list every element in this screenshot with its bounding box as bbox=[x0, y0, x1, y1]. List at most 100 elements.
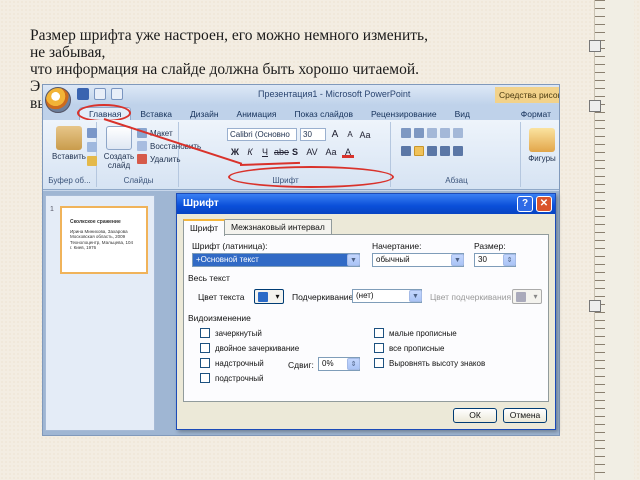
tab-view[interactable]: Вид bbox=[446, 108, 479, 120]
redo-icon[interactable] bbox=[111, 88, 123, 100]
paste-icon bbox=[56, 126, 82, 150]
latin-font-field[interactable]: +Основной текст bbox=[192, 253, 360, 267]
spinner-icon[interactable]: ⇕ bbox=[347, 358, 360, 370]
delete-icon bbox=[137, 154, 147, 164]
checkbox-equalize-height[interactable]: Выровнять высоту знаков bbox=[374, 358, 485, 368]
tab-format[interactable]: Формат bbox=[512, 108, 559, 120]
paragraph-row-top bbox=[401, 128, 463, 138]
checkbox-subscript[interactable]: подстрочный bbox=[200, 373, 263, 383]
thumbnail-line: г. Киев, 1976 bbox=[70, 245, 97, 250]
group-slides: Создать слайд Макет Восстановить Удалить… bbox=[99, 122, 201, 187]
strike-button[interactable]: abe bbox=[274, 146, 289, 158]
decrease-indent-icon[interactable] bbox=[427, 128, 437, 138]
help-icon[interactable]: ? bbox=[517, 196, 533, 212]
delete-slide-button[interactable]: Удалить bbox=[137, 154, 181, 164]
format-painter-icon[interactable] bbox=[87, 156, 97, 166]
cancel-button[interactable]: Отмена bbox=[503, 408, 547, 423]
group-clipboard: Вставить Буфер об... bbox=[43, 122, 97, 187]
tab-review[interactable]: Рецензирование bbox=[362, 108, 446, 120]
ruler-decoration bbox=[589, 0, 634, 480]
underline-color-label: Цвет подчеркивания bbox=[430, 292, 512, 302]
undo-icon[interactable] bbox=[94, 88, 106, 100]
slide-text-line: Размер шрифта уже настроен, его можно не… bbox=[30, 27, 428, 44]
checkbox-label: Выровнять высоту знаков bbox=[389, 358, 486, 368]
window-title: Презентация1 - Microsoft PowerPoint bbox=[258, 89, 411, 99]
text-color-picker[interactable]: ▾ bbox=[254, 289, 284, 304]
shrink-font-button[interactable]: A bbox=[344, 129, 356, 141]
chevron-down-icon[interactable]: ▼ bbox=[451, 254, 464, 266]
font-color-button[interactable]: A bbox=[342, 146, 354, 158]
checkbox-strikethrough[interactable]: зачеркнутый bbox=[200, 328, 262, 338]
slide-thumbnail[interactable]: Сколкское сражение Ирина Минихова, Захар… bbox=[60, 206, 148, 274]
font-size-combo[interactable]: 30 bbox=[300, 128, 326, 141]
group-label-paragraph: Абзац bbox=[445, 176, 468, 185]
align-center-icon[interactable] bbox=[414, 146, 424, 156]
checkbox-superscript[interactable]: надстрочный bbox=[200, 358, 264, 368]
underline-color-picker[interactable]: ▾ bbox=[512, 289, 542, 304]
shadow-button[interactable]: S bbox=[289, 146, 301, 158]
bullets-icon[interactable] bbox=[401, 128, 411, 138]
shapes-icon bbox=[529, 128, 555, 152]
cut-icon[interactable] bbox=[87, 128, 97, 138]
ok-button[interactable]: ОК bbox=[453, 408, 497, 423]
paragraph-row-bottom bbox=[401, 146, 463, 156]
tab-design[interactable]: Дизайн bbox=[181, 108, 228, 120]
slide-text-line: что информация на слайде должна быть хор… bbox=[30, 61, 419, 78]
save-icon[interactable] bbox=[77, 88, 89, 100]
window-titlebar: Презентация1 - Microsoft PowerPoint Сред… bbox=[43, 85, 559, 113]
group-drawing: Фигуры bbox=[523, 122, 561, 187]
checkbox-label: малые прописные bbox=[389, 328, 457, 338]
tab-insert[interactable]: Вставка bbox=[131, 108, 181, 120]
chevron-down-icon[interactable]: ▼ bbox=[409, 290, 422, 302]
tab-animation[interactable]: Анимация bbox=[228, 108, 286, 120]
align-right-icon[interactable] bbox=[427, 146, 437, 156]
latin-font-label: Шрифт (латиница): bbox=[192, 241, 268, 251]
line-spacing-icon[interactable] bbox=[453, 128, 463, 138]
new-slide-button[interactable]: Создать слайд bbox=[103, 126, 135, 170]
italic-button[interactable]: К bbox=[244, 146, 256, 158]
columns-icon[interactable] bbox=[453, 146, 463, 156]
dialog-titlebar: Шрифт ? ✕ bbox=[177, 194, 555, 214]
font-format-row: Ж К Ч abe S AV Aa A bbox=[229, 146, 354, 158]
grow-font-button[interactable]: A bbox=[329, 129, 341, 141]
new-slide-label: Создать слайд bbox=[103, 152, 135, 170]
increase-indent-icon[interactable] bbox=[440, 128, 450, 138]
ruler-knob-icon bbox=[589, 40, 601, 52]
office-button[interactable] bbox=[45, 87, 71, 113]
paste-button[interactable]: Вставить bbox=[51, 126, 87, 161]
ruler-knob-icon bbox=[589, 100, 601, 112]
shapes-button[interactable]: Фигуры bbox=[525, 128, 559, 163]
checkbox-label: зачеркнутый bbox=[215, 328, 262, 338]
dialog-body: Шрифт (латиница): +Основной текст ▼ Наче… bbox=[183, 234, 549, 402]
delete-label: Удалить bbox=[150, 154, 181, 164]
align-left-icon[interactable] bbox=[401, 146, 411, 156]
numbering-icon[interactable] bbox=[414, 128, 424, 138]
clear-formatting-button[interactable]: Aa bbox=[359, 129, 371, 141]
paint-bucket-icon bbox=[516, 291, 527, 302]
tab-font[interactable]: Шрифт bbox=[183, 219, 225, 236]
checkbox-all-caps[interactable]: все прописные bbox=[374, 343, 444, 353]
checkbox-label: все прописные bbox=[389, 343, 445, 353]
spinner-icon[interactable]: ⇕ bbox=[503, 254, 516, 266]
underline-button[interactable]: Ч bbox=[259, 146, 271, 158]
close-icon[interactable]: ✕ bbox=[536, 196, 552, 212]
group-paragraph: Абзац bbox=[393, 122, 521, 187]
justify-icon[interactable] bbox=[440, 146, 450, 156]
checkbox-double-strikethrough[interactable]: двойное зачеркивание bbox=[200, 343, 299, 353]
group-label-slides: Слайды bbox=[123, 176, 154, 185]
tab-slideshow[interactable]: Показ слайдов bbox=[285, 108, 362, 120]
thumbnail-title: Сколкское сражение bbox=[70, 219, 121, 225]
dialog-title: Шрифт bbox=[183, 198, 219, 209]
bold-button[interactable]: Ж bbox=[229, 146, 241, 158]
offset-label: Сдвиг: bbox=[288, 360, 314, 370]
paint-bucket-icon bbox=[258, 291, 269, 302]
context-tab-drawing-tools[interactable]: Средства рисова bbox=[495, 87, 559, 103]
chevron-down-icon[interactable]: ▼ bbox=[347, 254, 360, 266]
copy-icon[interactable] bbox=[87, 142, 97, 152]
underline-label: Подчеркивание bbox=[292, 292, 354, 302]
spacing-button[interactable]: AV bbox=[304, 146, 320, 158]
slide-thumbnail-pane: 1 Сколкское сражение Ирина Минихова, Зах… bbox=[45, 195, 155, 431]
font-name-combo[interactable]: Calibri (Основно bbox=[227, 128, 297, 141]
checkbox-small-caps[interactable]: малые прописные bbox=[374, 328, 457, 338]
change-case-button[interactable]: Aa bbox=[323, 146, 339, 158]
